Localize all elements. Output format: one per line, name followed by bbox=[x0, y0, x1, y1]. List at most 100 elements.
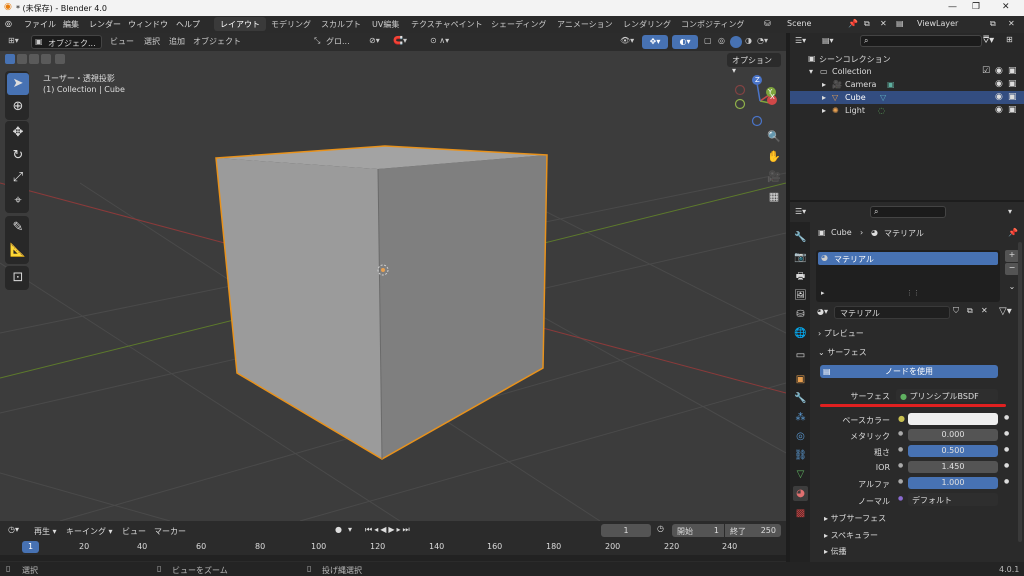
particles-tab-icon[interactable]: ⁂ bbox=[793, 410, 808, 425]
physics-tab-icon[interactable]: ◎ bbox=[793, 429, 808, 444]
xray-icon[interactable]: ▢ bbox=[704, 36, 712, 45]
move-tool[interactable]: ✥ bbox=[7, 122, 29, 144]
pin-scene-icon[interactable]: 📌 bbox=[848, 19, 858, 28]
solid-shading-icon[interactable] bbox=[730, 36, 742, 48]
object-tab-icon[interactable]: ▣ bbox=[793, 372, 808, 387]
add-slot-button[interactable]: + bbox=[1005, 250, 1019, 262]
minimize-button[interactable]: — bbox=[948, 2, 957, 12]
eye-icon[interactable]: ◉ bbox=[995, 79, 1003, 89]
camera-view-icon[interactable]: 🎥 bbox=[766, 169, 782, 185]
slot-specials-icon[interactable]: ⌄ bbox=[1005, 282, 1019, 294]
material-slot-list[interactable]: ◕ マテリアル ▸ ⋮⋮ bbox=[816, 250, 1000, 302]
duplicate-material-icon[interactable]: ⧉ bbox=[967, 306, 973, 316]
snap-icon[interactable]: 🧲▾ bbox=[393, 36, 407, 45]
preview-section-header[interactable]: › プレビュー bbox=[818, 328, 864, 339]
add-cube-tool[interactable]: ⊡ bbox=[7, 267, 29, 289]
outliner-search-input[interactable]: ⌕ bbox=[860, 35, 982, 47]
normal-field[interactable]: デフォルト bbox=[908, 493, 998, 506]
view-layer-tab-icon[interactable]: 🖼 bbox=[793, 288, 808, 303]
camera-render-icon[interactable]: ▣ bbox=[1008, 66, 1017, 76]
end-frame-field[interactable]: 終了 250 bbox=[725, 524, 781, 537]
surface-section-header[interactable]: ⌄ サーフェス bbox=[818, 347, 867, 358]
transform-orientation-icon[interactable]: ⤡ bbox=[314, 36, 320, 46]
eye-icon[interactable]: ◉ bbox=[995, 92, 1003, 102]
viewport-menu-view[interactable]: ビュー bbox=[110, 36, 134, 47]
scale-tool[interactable]: ⤢ bbox=[7, 167, 29, 189]
outliner-editor-icon[interactable]: ☰▾ bbox=[795, 36, 806, 45]
material-tab-icon[interactable]: ◕ bbox=[793, 486, 808, 501]
playhead[interactable]: 1 bbox=[22, 541, 39, 553]
tab-rendering[interactable]: レンダリング bbox=[617, 17, 677, 31]
material-slot-row[interactable]: ◕ マテリアル bbox=[818, 252, 998, 265]
specular-section[interactable]: ▸ スペキュラー bbox=[824, 530, 878, 541]
delete-scene-icon[interactable]: ✕ bbox=[880, 19, 887, 28]
eye-icon[interactable]: ◉ bbox=[995, 105, 1003, 115]
filter-icon[interactable]: ⩢▾ bbox=[983, 35, 994, 46]
exclude-checkbox[interactable]: ☑ bbox=[982, 66, 990, 76]
base-color-swatch[interactable] bbox=[908, 413, 998, 425]
transform-orientation[interactable]: グロ... bbox=[326, 36, 350, 47]
texture-tab-icon[interactable]: ▩ bbox=[793, 506, 808, 521]
subsurface-section[interactable]: ▸ サブサーフェス bbox=[824, 513, 886, 524]
editor-type-icon[interactable]: ⊞▾ bbox=[8, 36, 19, 45]
menu-file[interactable]: ファイル bbox=[24, 19, 56, 30]
fake-user-icon[interactable]: ⛉ bbox=[953, 306, 959, 316]
new-view-layer-icon[interactable]: ⧉ bbox=[990, 19, 996, 29]
pin-icon[interactable]: 📌 bbox=[1008, 228, 1018, 237]
tab-compositing[interactable]: コンポジティング bbox=[675, 17, 751, 31]
zoom-icon[interactable]: 🔍 bbox=[766, 129, 782, 145]
pan-hand-icon[interactable]: ✋ bbox=[766, 149, 782, 165]
display-mode-icon[interactable]: ▤▾ bbox=[822, 36, 834, 45]
outliner-row-scene[interactable]: ▣ シーンコレクション bbox=[790, 52, 1024, 65]
material-name-field[interactable]: マテリアル bbox=[834, 306, 950, 319]
select-mode-new-icon[interactable] bbox=[5, 54, 15, 64]
delete-view-layer-icon[interactable]: ✕ bbox=[1008, 19, 1015, 28]
render-tab-icon[interactable]: 📷 bbox=[793, 250, 808, 265]
scene-tab-icon[interactable]: ⛁ bbox=[793, 307, 808, 322]
tab-uv-editing[interactable]: UV編集 bbox=[366, 17, 405, 31]
measure-tool[interactable]: 📐 bbox=[7, 240, 29, 262]
select-mode-intersect-icon[interactable] bbox=[55, 54, 65, 64]
select-box-tool[interactable]: ➤ bbox=[7, 73, 29, 95]
outliner-row-collection[interactable]: ▾ ▭ Collection ☑ ◉ ▣ bbox=[790, 65, 1024, 78]
blender-menu-icon[interactable]: ◎ bbox=[5, 19, 12, 28]
maximize-button[interactable]: ❐ bbox=[972, 2, 980, 12]
pivot-point-icon[interactable]: ⊘▾ bbox=[369, 36, 380, 45]
rendered-shading-icon[interactable]: ◔▾ bbox=[757, 36, 768, 45]
gizmo-toggle[interactable]: ✥▾ bbox=[642, 35, 668, 49]
camera-render-icon[interactable]: ▣ bbox=[1008, 92, 1017, 102]
playback-controls[interactable]: ⏮◂◀▶▸⏭ bbox=[365, 525, 412, 535]
properties-scrollbar[interactable] bbox=[1018, 242, 1022, 542]
material-shading-icon[interactable]: ◑ bbox=[745, 36, 752, 45]
3d-viewport[interactable]: X Y Z ⊞▾ ▣ オブジェク... ビュー 選択 追加 オブジェクト ⤡ グ… bbox=[0, 33, 786, 521]
scene-name[interactable]: Scene bbox=[787, 19, 811, 28]
gizmo-z-label[interactable]: Z bbox=[755, 76, 760, 84]
link-dropdown-icon[interactable]: ▽▾ bbox=[999, 306, 1012, 317]
overlay-toggle[interactable]: ◐▾ bbox=[672, 35, 698, 49]
new-scene-icon[interactable]: ⧉ bbox=[864, 19, 870, 29]
perspective-toggle-icon[interactable]: ▦ bbox=[766, 189, 782, 205]
tab-texture-paint[interactable]: テクスチャペイント bbox=[405, 17, 489, 31]
menu-edit[interactable]: 編集 bbox=[63, 19, 79, 30]
timeline-scrollbar[interactable] bbox=[0, 555, 786, 561]
keyframe-icon[interactable]: ▾ bbox=[348, 525, 352, 534]
tab-layout[interactable]: レイアウト bbox=[214, 17, 266, 31]
modifier-tab-icon[interactable]: 🔧 bbox=[793, 391, 808, 406]
timeline-menu-marker[interactable]: マーカー bbox=[154, 526, 186, 537]
tab-modeling[interactable]: モデリング bbox=[265, 17, 317, 31]
ior-field[interactable]: 1.450 bbox=[908, 461, 998, 473]
record-icon[interactable]: ● bbox=[335, 525, 342, 534]
select-mode-subtract-icon[interactable] bbox=[29, 54, 39, 64]
new-collection-icon[interactable]: ⊞ bbox=[1006, 35, 1013, 44]
tool-tab-icon[interactable]: 🔧 bbox=[793, 230, 808, 245]
properties-options-icon[interactable]: ▾ bbox=[1008, 207, 1012, 216]
viewport-menu-object[interactable]: オブジェクト bbox=[193, 36, 241, 47]
timeline-menu-view[interactable]: ビュー bbox=[122, 526, 146, 537]
constraints-tab-icon[interactable]: ⛓ bbox=[793, 448, 808, 463]
browse-material-icon[interactable]: ◕▾ bbox=[817, 307, 828, 316]
transmission-section[interactable]: ▸ 伝播 bbox=[824, 546, 847, 557]
close-button[interactable]: ✕ bbox=[1002, 2, 1010, 12]
roughness-field[interactable]: 0.500 bbox=[908, 445, 998, 457]
viewport-menu-add[interactable]: 追加 bbox=[169, 36, 185, 47]
timeline-editor-icon[interactable]: ◷▾ bbox=[8, 525, 19, 534]
